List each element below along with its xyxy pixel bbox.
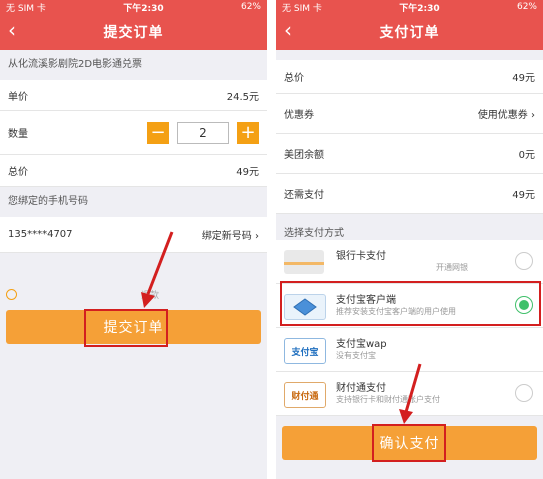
quantity-label: 数量 (8, 129, 28, 140)
pay-method-alipay-wap[interactable]: 支付宝 支付宝wap 没有支付宝 (276, 328, 543, 372)
unit-price-row: 单价 24.5元 (0, 80, 267, 111)
product-name: 从化流溪影剧院2D电影通兑票 (8, 59, 143, 70)
carrier-text: 无 SIM 卡 (282, 3, 322, 14)
plus-button[interactable]: + (237, 121, 259, 144)
submit-order-screen: 无 SIM 卡 下午2:30 62% ‹ 提交订单 从化流溪影剧院2D电影通兑票… (0, 0, 267, 479)
status-bar: 无 SIM 卡 下午2:30 62% (0, 0, 267, 14)
pay-method-title: 支付宝客户端 (336, 295, 396, 306)
pay-method-title: 银行卡支付 (336, 251, 386, 262)
pay-method-subtitle: 推荐安装支付宝客户端的用户使用 (336, 307, 456, 316)
phone-number: 135****4707 (8, 229, 73, 240)
use-coupon-link[interactable]: 使用优惠券 › (478, 106, 535, 121)
coupon-label: 优惠券 (284, 110, 314, 121)
battery-text: 62% (516, 2, 537, 12)
total-row: 总价 49元 (276, 60, 543, 94)
coupon-row[interactable]: 优惠券 使用优惠券 › (276, 94, 543, 134)
pay-method-subtitle: 支持银行卡和财付通账户支付 (336, 395, 440, 404)
phone-section-title: 您绑定的手机号码 (8, 196, 88, 207)
phone-row[interactable]: 135****4707 绑定新号码 › (0, 217, 267, 253)
pay-method-title: 财付通支付 (336, 383, 386, 394)
total-row: 总价 49元 (0, 155, 267, 187)
minus-button[interactable]: − (147, 121, 169, 144)
battery-text: 62% (240, 2, 261, 12)
bank-card-icon (284, 250, 324, 274)
refund-icon (6, 289, 17, 300)
pay-method-radio-selected[interactable] (515, 296, 533, 314)
pay-method-title: 支付宝wap (336, 339, 387, 350)
pay-method-radio[interactable] (515, 252, 533, 270)
alipay-wap-logo: 支付宝 (284, 338, 326, 364)
clock-text: 下午2:30 (123, 3, 164, 14)
quantity-input[interactable]: 2 (177, 121, 229, 144)
pay-method-alipay-app[interactable]: 支付宝客户端 推荐安装支付宝客户端的用户使用 (276, 284, 543, 328)
tenpay-logo: 财付通 (284, 382, 326, 408)
quantity-row: 数量 − 2 + (0, 111, 267, 155)
total-value: 49元 (236, 167, 259, 178)
pay-method-bank-card[interactable]: 银行卡支付 开通网银 (276, 240, 543, 284)
unit-price-value: 24.5元 (226, 91, 259, 103)
status-bar: 无 SIM 卡 下午2:30 62% (276, 0, 543, 14)
unit-price-label: 单价 (8, 91, 28, 103)
carrier-text: 无 SIM 卡 (6, 3, 46, 14)
total-label: 总价 (8, 167, 28, 178)
refund-note: 退款 (6, 288, 159, 301)
back-arrow-icon[interactable]: ‹ (8, 20, 16, 40)
back-arrow-icon[interactable]: ‹ (284, 20, 292, 40)
amount-due-value: 49元 (512, 190, 535, 201)
submit-order-button[interactable]: 提交订单 (6, 310, 261, 344)
nav-bar: ‹ 支付订单 (276, 14, 543, 50)
pay-method-tenpay[interactable]: 财付通 财付通支付 支持银行卡和财付通账户支付 (276, 372, 543, 416)
quantity-stepper: − 2 + (147, 121, 259, 144)
alipay-app-icon (284, 294, 326, 320)
clock-text: 下午2:30 (399, 3, 440, 14)
amount-due-row: 还需支付 49元 (276, 174, 543, 214)
amount-due-label: 还需支付 (284, 190, 324, 201)
page-title: 提交订单 (103, 25, 164, 41)
balance-label: 美团余额 (284, 150, 324, 161)
pay-method-subtitle: 开通网银 (436, 263, 468, 272)
balance-value: 0元 (518, 150, 535, 161)
pay-order-screen: 无 SIM 卡 下午2:30 62% ‹ 支付订单 总价 49元 优惠券 使用优… (276, 0, 543, 479)
pay-method-subtitle: 没有支付宝 (336, 351, 376, 360)
bind-new-number-link[interactable]: 绑定新号码 › (202, 227, 259, 242)
confirm-payment-button[interactable]: 确认支付 (282, 426, 537, 460)
page-title: 支付订单 (379, 25, 440, 41)
total-value: 49元 (512, 73, 535, 84)
nav-bar: ‹ 提交订单 (0, 14, 267, 50)
refund-text: 退款 (141, 291, 160, 301)
pay-method-radio[interactable] (515, 384, 533, 402)
total-label: 总价 (284, 73, 304, 84)
balance-row: 美团余额 0元 (276, 134, 543, 174)
